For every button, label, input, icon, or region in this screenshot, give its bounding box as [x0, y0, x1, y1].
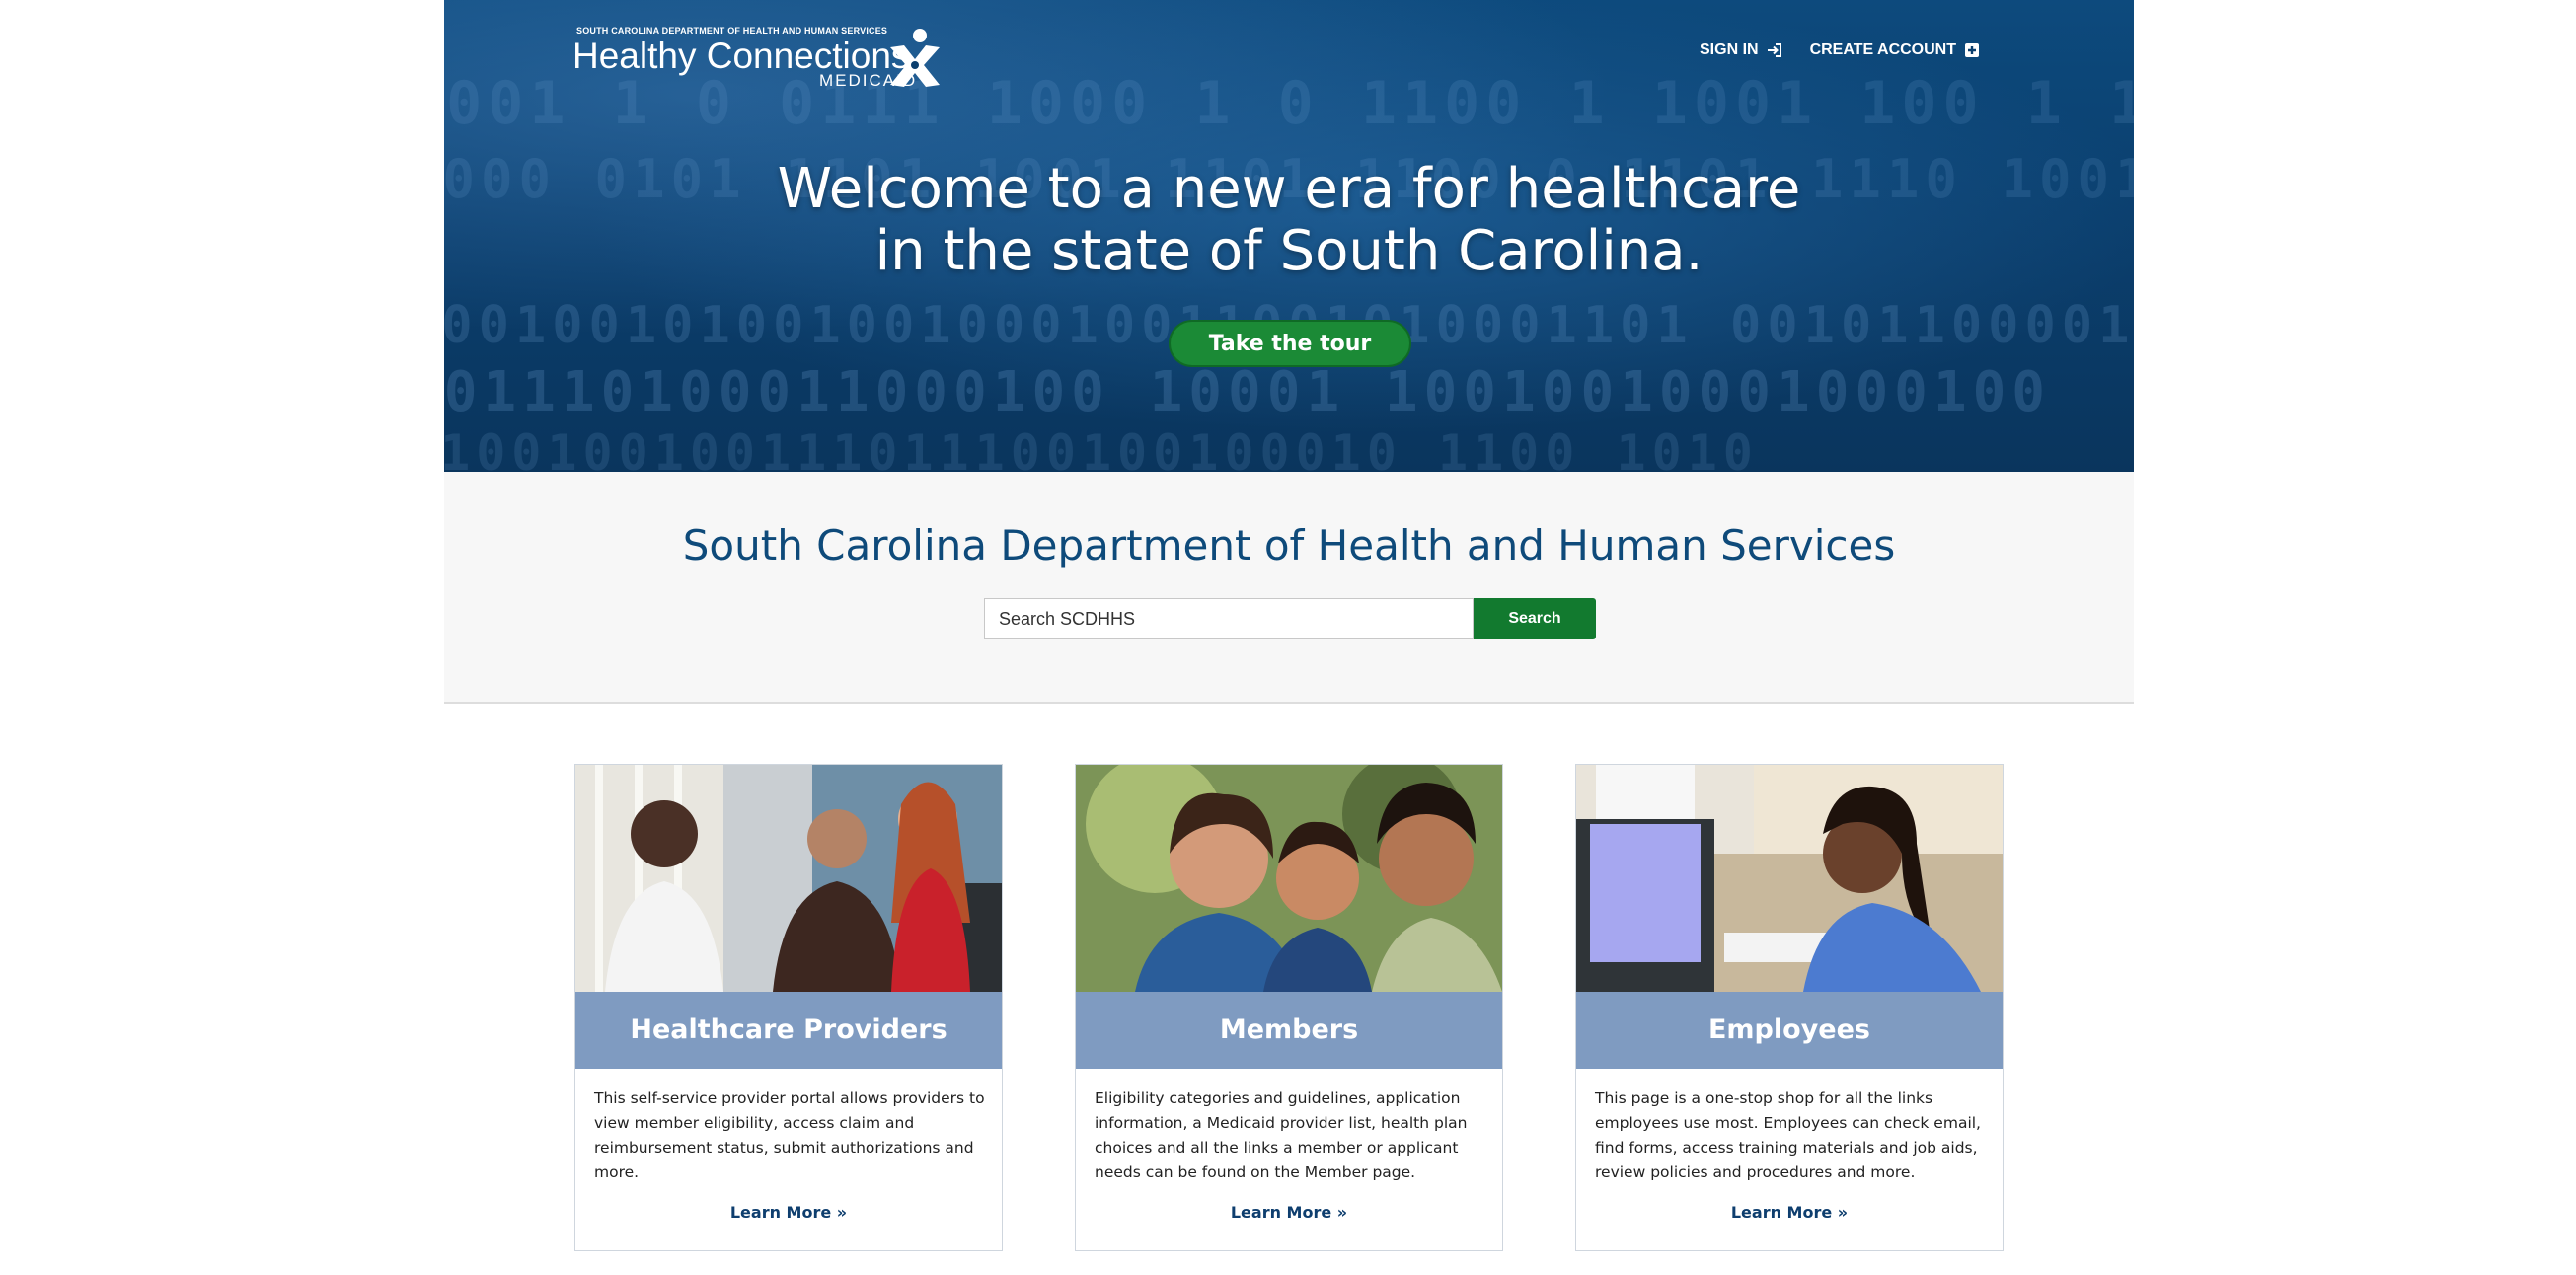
top-navigation: SIGN IN CREATE ACCOUNT	[1700, 41, 1980, 59]
search-button[interactable]: Search	[1474, 598, 1596, 639]
providers-photo	[575, 765, 1002, 992]
create-account-link[interactable]: CREATE ACCOUNT	[1810, 41, 1980, 59]
department-title: South Carolina Department of Health and …	[682, 521, 1896, 569]
search-section: South Carolina Department of Health and …	[444, 472, 2134, 704]
take-the-tour-button[interactable]: Take the tour	[1169, 320, 1411, 367]
card-employees: Employees This page is a one-stop shop f…	[1575, 764, 2004, 1251]
sign-in-arrow-icon	[1767, 43, 1781, 57]
learn-more-employees-link[interactable]: Learn More »	[1576, 1203, 2003, 1222]
page: 1001 1 0 0111 1000 1 0 1100 1 1001 100 1…	[0, 0, 2576, 1275]
hero-headline-line2: in the state of South Carolina.	[874, 219, 1704, 283]
hero-background-digits-4: 001110100011000100 10001 100100100010001…	[444, 360, 2052, 424]
card-title-providers: Healthcare Providers	[575, 992, 1002, 1069]
members-photo	[1076, 765, 1502, 992]
main-content: 1001 1 0 0111 1000 1 0 1100 1 1001 100 1…	[444, 0, 2134, 1275]
plus-square-icon	[1965, 43, 1979, 57]
card-members: Members Eligibility categories and guide…	[1075, 764, 1503, 1251]
hero-background-digits-5: 1100100100111011100100100010 1100 1010	[444, 424, 1759, 472]
healthy-connections-logo[interactable]: SOUTH CAROLINA DEPARTMENT OF HEALTH AND …	[572, 26, 947, 93]
create-account-label: CREATE ACCOUNT	[1809, 41, 1956, 58]
logo-agency-text: SOUTH CAROLINA DEPARTMENT OF HEALTH AND …	[576, 26, 888, 36]
card-healthcare-providers: Healthcare Providers This self-service p…	[574, 764, 1003, 1251]
card-text-employees: This page is a one-stop shop for all the…	[1595, 1089, 1981, 1181]
hero-banner: 1001 1 0 0111 1000 1 0 1100 1 1001 100 1…	[444, 0, 2134, 472]
logo-x-mark-icon	[890, 29, 940, 87]
employees-photo	[1576, 765, 2003, 992]
card-text-members: Eligibility categories and guidelines, a…	[1095, 1089, 1468, 1181]
card-title-employees: Employees	[1576, 992, 2003, 1069]
card-text-providers: This self-service provider portal allows…	[594, 1089, 985, 1181]
hero-headline: Welcome to a new era for healthcare in t…	[444, 158, 2134, 282]
learn-more-members-link[interactable]: Learn More »	[1076, 1203, 1502, 1222]
hero-headline-line1: Welcome to a new era for healthcare	[777, 157, 1801, 221]
card-title-members: Members	[1076, 992, 1502, 1069]
search-input[interactable]: Search SCDHHS	[984, 598, 1474, 639]
learn-more-providers-link[interactable]: Learn More »	[575, 1203, 1002, 1222]
sign-in-link[interactable]: SIGN IN	[1700, 41, 1782, 59]
sign-in-label: SIGN IN	[1700, 41, 1759, 58]
